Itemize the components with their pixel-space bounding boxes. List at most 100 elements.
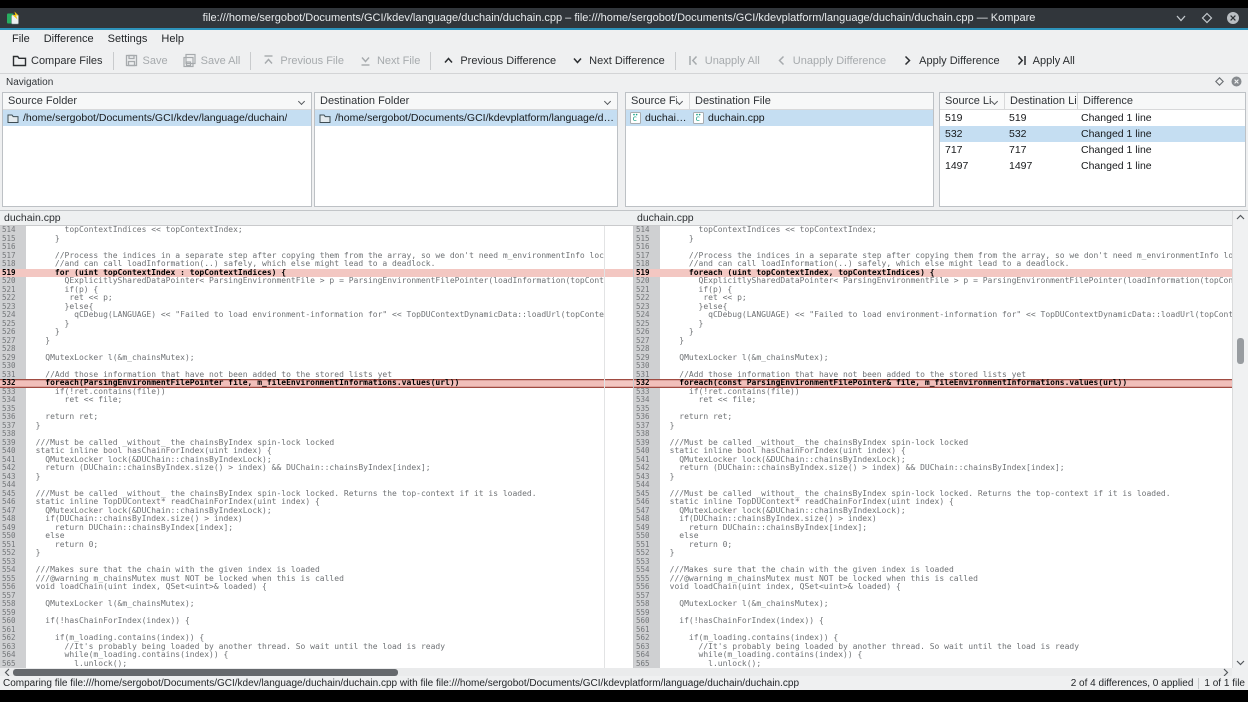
- connector-space: [605, 592, 633, 601]
- save-button[interactable]: Save: [117, 50, 175, 71]
- right-pane: 5145155165175185195205215225235245255265…: [633, 226, 1232, 668]
- chevron-down-icon: [991, 97, 998, 104]
- destination-folder-row[interactable]: /home/sergobot/Documents/GCI/kdevplatfor…: [315, 110, 617, 126]
- diff-connection-band: [605, 379, 633, 388]
- code-line: while(m_loading.contains(index)) {: [26, 651, 604, 660]
- changed-code-line[interactable]: for (uint topContextIndex : topContextIn…: [26, 269, 604, 278]
- connector-space: [605, 294, 633, 303]
- connector-space: [605, 252, 633, 261]
- status-message: Comparing file file:///home/sergobot/Doc…: [3, 678, 1071, 689]
- connector-space: [605, 583, 633, 592]
- code-line: }: [26, 235, 604, 244]
- previous-difference-button[interactable]: Previous Difference: [434, 50, 563, 71]
- code-line: return (DUChain::chainsByIndex.size() > …: [26, 464, 604, 473]
- unapply-difference-button[interactable]: Unapply Difference: [767, 50, 893, 71]
- code-line: [660, 405, 1232, 414]
- window-title: file:///home/sergobot/Documents/GCI/kdev…: [60, 8, 1178, 28]
- titlebar: file:///home/sergobot/Documents/GCI/kdev…: [0, 8, 1248, 28]
- file-row[interactable]: c duchain.cpp c duchain.cpp: [626, 110, 933, 126]
- chevron-down-icon: [570, 53, 585, 68]
- scroll-up-icon[interactable]: [1233, 211, 1248, 223]
- connector-space: [605, 235, 633, 244]
- code-line: QMutexLocker l(&m_chainsMutex);: [660, 354, 1232, 363]
- code-line: //It's probably being loaded by another …: [660, 643, 1232, 652]
- changed-code-line[interactable]: foreach (uint topContextIndex, topContex…: [660, 269, 1232, 278]
- files-panel: Source File Destination File c duchain.c…: [625, 92, 934, 207]
- connector-space: [605, 320, 633, 329]
- close-dock-icon[interactable]: [1231, 76, 1242, 90]
- code-line: QMutexLocker l(&m_chainsMutex);: [26, 600, 604, 609]
- compare-files-button[interactable]: Compare Files: [5, 50, 110, 71]
- code-line: ret << p;: [660, 294, 1232, 303]
- code-line: [660, 345, 1232, 354]
- difference-row[interactable]: 717717Changed 1 line: [940, 142, 1245, 158]
- code-line: return ret;: [26, 413, 604, 422]
- next-difference-button[interactable]: Next Difference: [563, 50, 672, 71]
- connector-space: [605, 617, 633, 626]
- code-line: //Add those information that have not be…: [26, 371, 604, 380]
- navigation-dock: Source Folder /home/sergobot/Documents/G…: [0, 91, 1248, 210]
- code-line: qCDebug(LANGUAGE) << "Failed to load env…: [26, 311, 604, 320]
- menu-settings[interactable]: Settings: [101, 30, 155, 48]
- connector-space: [605, 464, 633, 473]
- cpp-file-icon: c: [693, 112, 704, 124]
- apply-difference-button[interactable]: Apply Difference: [893, 50, 1007, 71]
- toolbar-separator: [113, 52, 114, 70]
- left-pane: 5145155165175185195205215225235245255265…: [0, 226, 604, 668]
- difference-row[interactable]: 519519Changed 1 line: [940, 110, 1245, 126]
- connector-space: [605, 473, 633, 482]
- difference-row[interactable]: 14971497Changed 1 line: [940, 158, 1245, 174]
- unapply-all-button[interactable]: Unapply All: [679, 50, 767, 71]
- go-bottom-icon: [358, 53, 373, 68]
- connector-space: [605, 651, 633, 660]
- menu-help[interactable]: Help: [154, 30, 191, 48]
- maximize-icon[interactable]: [1200, 11, 1214, 25]
- code-line: static inline TopDUContext* readChainFor…: [660, 498, 1232, 507]
- next-file-button[interactable]: Next File: [351, 50, 427, 71]
- code-line: }: [26, 337, 604, 346]
- vertical-scrollbar-thumb[interactable]: [1237, 338, 1244, 364]
- code-line: }: [660, 422, 1232, 431]
- code-line: [26, 558, 604, 567]
- code-line: [660, 592, 1232, 601]
- connector-space: [605, 362, 633, 371]
- changed-code-line[interactable]: foreach(const ParsingEnvironmentFilePoin…: [660, 379, 1232, 388]
- difference-cell: 532: [1004, 128, 1076, 140]
- apply-all-button[interactable]: Apply All: [1007, 50, 1082, 71]
- code-line: static inline bool hasChainForIndex(uint…: [26, 447, 604, 456]
- destination-folder-path: /home/sergobot/Documents/GCI/kdevplatfor…: [335, 112, 617, 124]
- source-folder-header[interactable]: Source Folder: [3, 93, 311, 110]
- close-icon[interactable]: [1226, 11, 1240, 25]
- statusbar-separator: [1198, 678, 1199, 689]
- menu-file[interactable]: File: [5, 30, 37, 48]
- horizontal-scrollbar-thumb[interactable]: [13, 669, 398, 676]
- code-line: }else{: [26, 303, 604, 312]
- diff-connection-band: [605, 269, 633, 278]
- connector-space: [605, 634, 633, 643]
- destination-folder-header[interactable]: Destination Folder: [315, 93, 617, 110]
- vertical-scrollbar[interactable]: [1232, 211, 1248, 668]
- navigation-dock-title: Navigation: [6, 77, 53, 88]
- files-header[interactable]: Source File Destination File: [626, 93, 933, 110]
- chevron-down-icon: [604, 97, 611, 104]
- previous-file-button[interactable]: Previous File: [254, 50, 351, 71]
- source-folder-row[interactable]: /home/sergobot/Documents/GCI/kdev/langua…: [3, 110, 311, 126]
- difference-row[interactable]: 532532Changed 1 line: [940, 126, 1245, 142]
- code-line: [660, 430, 1232, 439]
- float-dock-icon[interactable]: [1215, 77, 1224, 89]
- go-top-icon: [261, 53, 276, 68]
- minimize-icon[interactable]: [1174, 11, 1188, 25]
- code-line: //and can call loadInformation(..) safel…: [26, 260, 604, 269]
- menu-difference[interactable]: Difference: [37, 30, 101, 48]
- save-all-button[interactable]: Save All: [175, 50, 248, 71]
- code-line: static inline TopDUContext* readChainFor…: [26, 498, 604, 507]
- scroll-down-icon[interactable]: [1233, 656, 1248, 668]
- differences-header[interactable]: Source Line Destination Line Difference: [940, 93, 1245, 110]
- code-line: else: [660, 532, 1232, 541]
- difference-rows: 519519Changed 1 line532532Changed 1 line…: [940, 110, 1245, 174]
- connector-space: [605, 286, 633, 295]
- connector-space: [605, 277, 633, 286]
- code-line: return 0;: [660, 541, 1232, 550]
- connector-space: [605, 354, 633, 363]
- changed-code-line[interactable]: foreach(ParsingEnvironmentFilePointer fi…: [26, 379, 604, 388]
